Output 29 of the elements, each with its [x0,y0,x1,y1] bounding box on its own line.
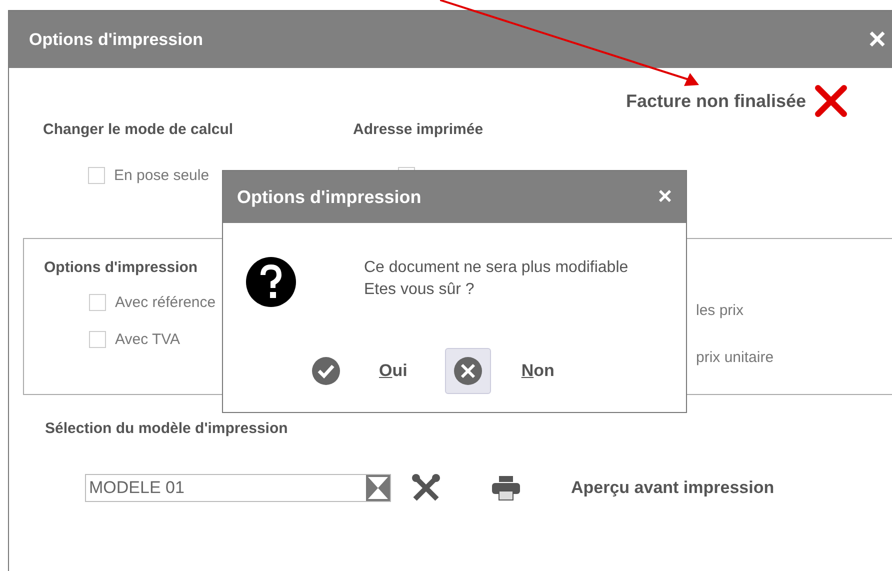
dialog-message: Ce document ne sera plus modifiable [364,258,628,278]
cross-icon [814,84,848,118]
checkbox[interactable] [89,294,106,311]
tools-icon[interactable] [411,473,441,503]
section-title: Options d'impression [44,259,198,276]
option-label: prix unitaire [696,349,775,366]
option-label: En pose seule [114,167,210,184]
question-icon [245,256,297,308]
dialog-message: Etes vous sûr ? [364,280,476,300]
section-title: Changer le mode de calcul [43,121,234,138]
close-button[interactable]: × [658,185,672,209]
no-button[interactable]: Non [521,361,554,381]
window-title: Options d'impression [29,30,204,50]
checkbox[interactable] [89,331,106,348]
printer-icon[interactable] [491,475,521,501]
close-button[interactable]: × [868,24,886,54]
section-title: Sélection du modèle d'impression [45,420,288,437]
template-dropdown[interactable]: MODELE 01 [85,474,391,502]
dialog-title: Options d'impression [237,186,422,208]
dropdown-arrow-icon[interactable] [366,475,390,501]
print-preview-link[interactable]: Aperçu avant impression [571,478,774,498]
cancel-icon[interactable] [445,348,492,394]
yes-button[interactable]: Oui [379,361,408,381]
option-label: les prix [696,302,745,319]
invoice-status: Facture non finalisée [626,90,806,112]
section-title: Adresse imprimée [353,121,484,138]
option-label: Avec TVA [115,331,180,348]
checkbox[interactable] [88,167,105,184]
option-label: Avec référence [115,294,216,311]
